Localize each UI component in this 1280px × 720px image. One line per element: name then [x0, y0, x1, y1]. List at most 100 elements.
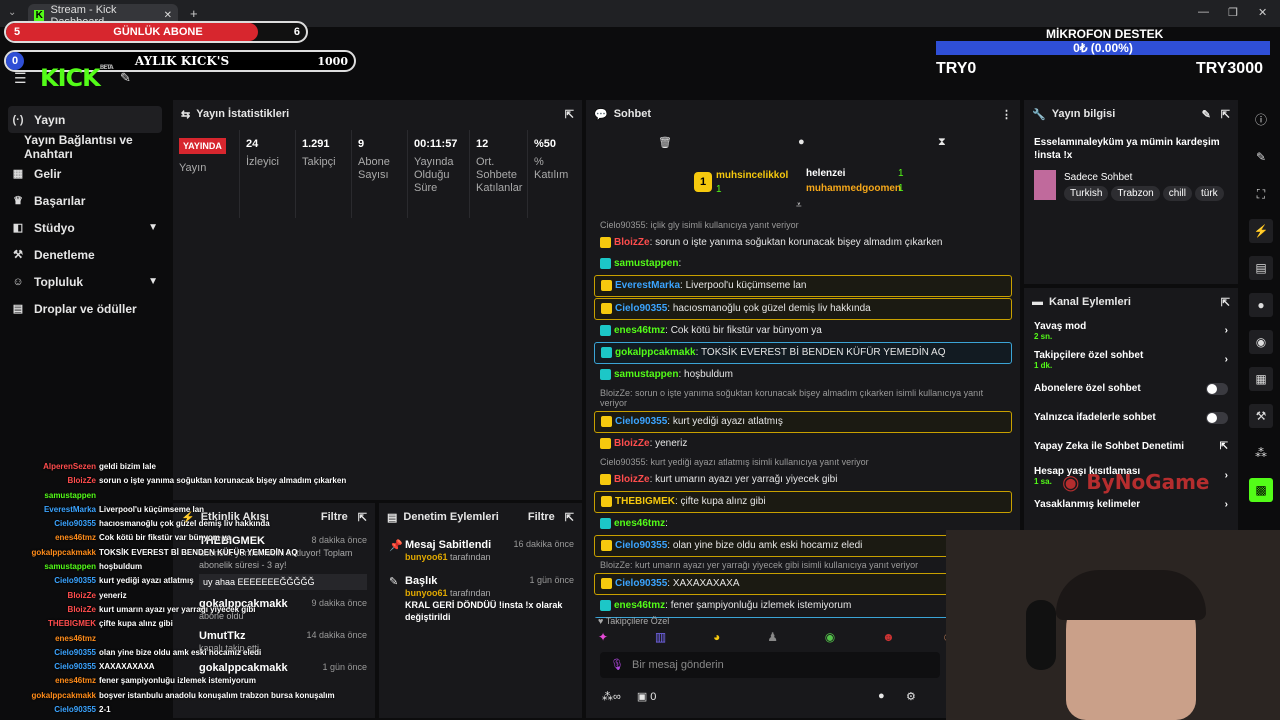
overlay-chat-text: 2-1 [99, 705, 111, 715]
sidebar-item-stream-key[interactable]: Yayın Bağlantısı ve Anahtarı [0, 133, 170, 161]
maximize-button[interactable]: ❐ [1228, 6, 1238, 19]
stream-category[interactable]: Sadece Sohbet [1064, 172, 1132, 183]
chat-message[interactable]: BloizZe: kurt umarın ayazı yer yarrağı y… [594, 470, 1012, 490]
tag[interactable]: Turkish [1064, 186, 1109, 201]
popout-icon[interactable]: ⇱ [1221, 296, 1230, 309]
chevron-down-icon[interactable]: ⩡ [796, 200, 802, 211]
subs-only-toggle[interactable] [1206, 382, 1228, 395]
sidebar-item-droplar[interactable]: ▤ Droplar ve ödüller [0, 295, 170, 322]
chat-username[interactable]: enes46tmz [614, 325, 665, 336]
overlay-chat-text: kurt yediği ayazı atlatmış [99, 576, 194, 586]
chat-username[interactable]: Cielo90355 [615, 578, 667, 589]
sidebar-item-topluluk[interactable]: ☺ Topluluk ▼ [0, 268, 170, 295]
chat-username[interactable]: gokalppcakmakk [615, 347, 696, 358]
chat-username[interactable]: Cielo90355 [615, 416, 667, 427]
sidebar-item-yayin[interactable]: (·) Yayın [8, 106, 162, 133]
tag[interactable]: Trabzon [1111, 186, 1160, 201]
clapperboard-icon[interactable]: ▩ [1249, 478, 1273, 502]
chat-message[interactable]: samustappen: hoşbuldum [594, 365, 1012, 385]
sidebar-item-gelir[interactable]: ▦ Gelir [0, 160, 170, 187]
chat-message[interactable]: Cielo90355: hacıosmanoğlu çok güzel demi… [594, 298, 1012, 320]
emote-icon[interactable]: ◉ [825, 630, 835, 648]
edit-icon[interactable]: ✎ [1249, 145, 1273, 169]
edit-icon[interactable]: ✎ [1202, 108, 1211, 121]
popout-icon[interactable]: ⇱ [1221, 108, 1230, 121]
emote-icon[interactable]: ✦ [598, 630, 608, 648]
chat-username[interactable]: Cielo90355 [615, 540, 667, 551]
popout-icon[interactable]: ⇱ [358, 511, 367, 524]
chat-username[interactable]: EverestMarka [615, 280, 680, 291]
chat-username[interactable]: BloizZe [614, 237, 650, 248]
popout-icon[interactable]: ⇱ [565, 108, 574, 121]
overlay-chat-line: gokalppcakmakk TOKSİK EVEREST Bİ BENDEN K… [0, 546, 340, 560]
emote-icon[interactable]: ♟ [767, 630, 778, 648]
share-icon[interactable]: ⁂ [1249, 441, 1273, 465]
sidebar-item-studyo[interactable]: ◧ Stüdyo ▼ [0, 214, 170, 241]
points-icon[interactable]: ⁂∞ [602, 690, 621, 703]
chat-username[interactable]: Cielo90355 [615, 303, 667, 314]
chat-message[interactable]: EverestMarka: Liverpool'u küçümseme lan [594, 275, 1012, 297]
chat-settings-bubble-icon[interactable]: ● [878, 690, 885, 702]
document-icon[interactable]: ▤ [1249, 256, 1273, 280]
mod-action-item[interactable]: ✎ Başlık 1 gün önce bunyoo61 tarafından … [379, 567, 582, 627]
leader-name[interactable]: helenzei [806, 168, 845, 179]
new-tab-button[interactable]: + [190, 6, 198, 21]
trash-icon[interactable]: 🗑 [658, 136, 672, 149]
overlay-chat-user: BloizZe [67, 604, 96, 614]
sidebar-item-denetleme[interactable]: ⚒ Denetleme [0, 241, 170, 268]
tab-close-icon[interactable]: ✕ [164, 10, 172, 21]
chat-message[interactable]: BloizZe: sorun o işte yanıma soğuktan ko… [594, 233, 1012, 253]
store-icon[interactable]: ▣ 0 [637, 690, 657, 703]
emote-icon[interactable]: ▥ [655, 630, 666, 648]
chat-icon[interactable]: ● [1249, 293, 1273, 317]
ai-moderation-row[interactable]: Yapay Zeka ile Sohbet Denetimi ⇱ [1024, 432, 1238, 461]
chat-username[interactable]: enes46tmz [614, 518, 665, 529]
chat-message[interactable]: BloizZe: yeneriz [594, 434, 1012, 454]
tag[interactable]: chill [1162, 186, 1192, 201]
broadcast-icon[interactable]: ◉ [1249, 330, 1273, 354]
emote-only-toggle[interactable] [1206, 411, 1228, 424]
tab-menu-icon[interactable]: ⌄ [8, 7, 16, 18]
sidebar-item-basarilar[interactable]: ♛ Başarılar [0, 187, 170, 214]
chat-username[interactable]: enes46tmz [614, 600, 665, 611]
chat-input[interactable]: 🎙 Bir mesaj gönderin [600, 652, 940, 678]
slow-mode-row[interactable]: Yavaş mod 2 sn. › [1024, 316, 1238, 345]
chat-username[interactable]: samustappen [614, 369, 678, 380]
chat-username[interactable]: THEBIGMEK [615, 496, 675, 507]
close-window-button[interactable]: ✕ [1258, 6, 1267, 19]
mod-action-item[interactable]: 📌 Mesaj Sabitlendi 16 dakika önce bunyoo… [379, 531, 582, 567]
chat-text: : fener şampiyonluğu izlemek istemiyorum [665, 600, 852, 611]
chat-bubble-icon[interactable]: ● [798, 136, 805, 148]
info-icon[interactable]: ⓘ [1249, 108, 1273, 132]
chat-username[interactable]: BloizZe [614, 438, 650, 449]
pin-icon[interactable]: ✎ [120, 70, 131, 86]
banned-words-row[interactable]: Yasaklanmış kelimeler › [1024, 490, 1238, 519]
emote-icon[interactable]: ◕ [713, 630, 720, 648]
layout-icon[interactable]: ▦ [1249, 367, 1273, 391]
chat-icon: 💬 [594, 108, 608, 121]
chat-username[interactable]: BloizZe [614, 474, 650, 485]
hourglass-icon[interactable]: ⧗ [938, 136, 946, 149]
emote-icon[interactable]: ☻ [882, 630, 895, 648]
chat-message[interactable]: gokalppcakmakk: TOKSİK EVEREST Bİ BENDEN… [594, 342, 1012, 364]
followers-only-row[interactable]: Takipçilere özel sohbet 1 dk. › [1024, 345, 1238, 374]
hamburger-menu-icon[interactable]: ☰ [14, 70, 27, 87]
more-options-icon[interactable]: ⋮ [1001, 108, 1012, 121]
chat-text: : hacıosmanoğlu çok güzel demiş liv hakk… [667, 303, 871, 314]
minimize-button[interactable]: — [1198, 6, 1209, 18]
gear-icon[interactable]: ⚙ [906, 690, 916, 703]
lightning-icon[interactable]: ⚡ [1249, 219, 1273, 243]
popout-icon[interactable]: ⇱ [565, 511, 574, 524]
chat-message[interactable]: THEBIGMEK: çifte kupa alınz gibi [594, 491, 1012, 513]
tag[interactable]: türk [1194, 186, 1224, 201]
mod-filter-button[interactable]: Filtre [528, 511, 555, 524]
kick-logo[interactable]: KICKBETA [40, 64, 114, 92]
chat-message[interactable]: samustappen: [594, 254, 1012, 274]
chat-message[interactable]: enes46tmz: Cok kötü bir fikstür var büny… [594, 321, 1012, 341]
leader-name[interactable]: muhammedgoomen [806, 183, 901, 194]
leader-name[interactable]: muhsincelikkol [716, 170, 788, 181]
fullscreen-icon[interactable]: ⛶ [1249, 182, 1273, 206]
wrench-icon[interactable]: ⚒ [1249, 404, 1273, 428]
chat-message[interactable]: Cielo90355: kurt yediği ayazı atlatmış [594, 411, 1012, 433]
chat-username[interactable]: samustappen [614, 258, 678, 269]
